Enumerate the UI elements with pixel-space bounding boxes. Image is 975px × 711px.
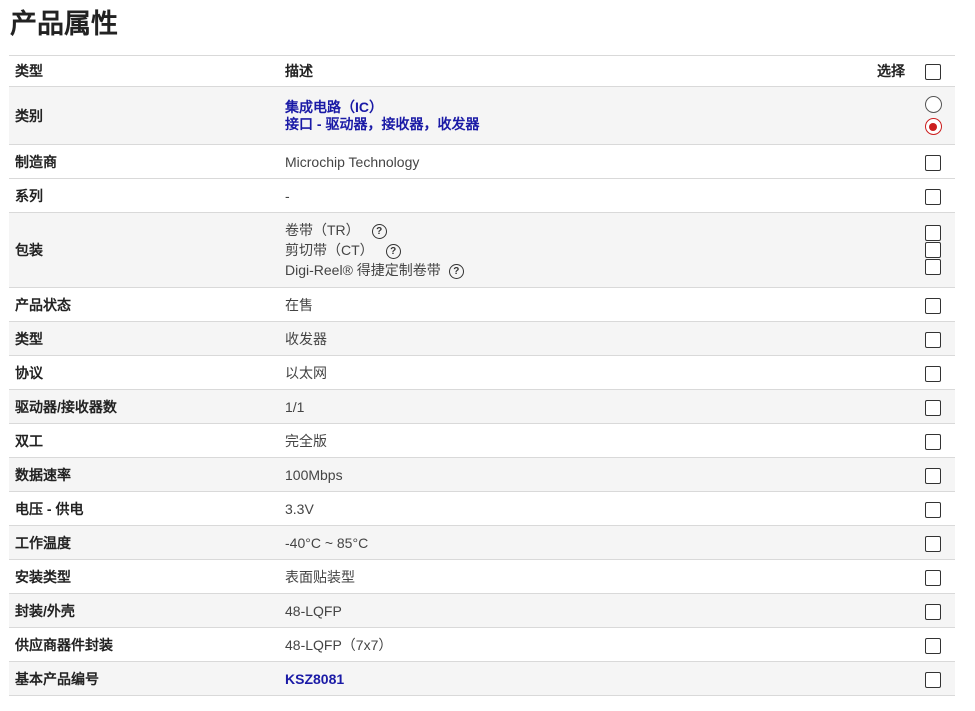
- table-row: 类型 收发器: [9, 321, 955, 356]
- row-value: 在售: [285, 296, 313, 313]
- row-value: 以太网: [285, 364, 327, 381]
- help-question-icon[interactable]: ?: [448, 264, 464, 279]
- category-radio-ic[interactable]: [924, 96, 942, 113]
- row-checkbox[interactable]: [925, 569, 941, 586]
- row-checkbox[interactable]: [925, 433, 941, 450]
- row-value: 表面贴装型: [285, 568, 355, 585]
- row-checkbox[interactable]: [925, 637, 941, 654]
- packaging-option-digireel: Digi-Reel® 得捷定制卷带: [285, 262, 441, 278]
- row-value: Microchip Technology: [285, 153, 420, 170]
- row-label: 包装: [15, 242, 43, 258]
- row-checkbox[interactable]: [925, 603, 941, 620]
- table-row: 工作温度 -40°C ~ 85°C: [9, 525, 955, 560]
- row-label: 系列: [15, 187, 43, 204]
- table-row: 数据速率 100Mbps: [9, 457, 955, 492]
- row-label: 供应商器件封装: [15, 636, 113, 653]
- table-row: 制造商 Microchip Technology: [9, 144, 955, 179]
- row-checkbox[interactable]: [925, 501, 941, 518]
- help-question-icon[interactable]: ?: [371, 224, 387, 239]
- category-link-ic[interactable]: 集成电路（IC）: [285, 99, 835, 116]
- row-label: 安装类型: [15, 568, 71, 585]
- packaging-tr-checkbox[interactable]: [925, 225, 941, 241]
- header-type: 类型: [15, 63, 43, 79]
- table-row: 产品状态 在售: [9, 287, 955, 322]
- row-value: 收发器: [285, 330, 327, 347]
- table-row: 系列 -: [9, 178, 955, 213]
- table-row: 类别 集成电路（IC） 接口 - 驱动器，接收器，收发器: [9, 86, 955, 145]
- table-row: 供应商器件封装 48-LQFP（7x7）: [9, 627, 955, 662]
- row-value: 100Mbps: [285, 466, 343, 483]
- header-desc: 描述: [285, 63, 313, 79]
- table-row: 封装/外壳 48-LQFP: [9, 593, 955, 628]
- row-checkbox[interactable]: [925, 297, 941, 314]
- row-value: 1/1: [285, 398, 305, 415]
- row-value: 48-LQFP（7x7）: [285, 636, 393, 653]
- row-checkbox[interactable]: [925, 671, 941, 688]
- row-label: 制造商: [15, 153, 57, 170]
- row-label: 产品状态: [15, 296, 71, 313]
- row-label: 驱动器/接收器数: [15, 398, 117, 415]
- row-label: 数据速率: [15, 466, 71, 483]
- row-value: -: [285, 187, 290, 204]
- row-checkbox[interactable]: [925, 535, 941, 552]
- header-select: 选择: [877, 63, 905, 79]
- page-title: 产品属性: [10, 9, 118, 39]
- row-label: 双工: [15, 432, 43, 449]
- row-checkbox[interactable]: [925, 331, 941, 348]
- row-value: 完全版: [285, 432, 327, 449]
- row-label: 类型: [15, 330, 43, 347]
- row-value: 3.3V: [285, 500, 314, 517]
- row-checkbox[interactable]: [925, 188, 941, 205]
- table-row: 基本产品编号 KSZ8081: [9, 661, 955, 696]
- row-checkbox[interactable]: [925, 399, 941, 416]
- row-checkbox[interactable]: [925, 154, 941, 171]
- category-link-interface[interactable]: 接口 - 驱动器，接收器，收发器: [285, 116, 835, 133]
- base-product-number-link[interactable]: KSZ8081: [285, 671, 344, 687]
- row-label: 协议: [15, 364, 43, 381]
- attributes-table: 类型 描述 选择 类别 集成电路（IC） 接口 - 驱动器，接收器，收发器 制造…: [9, 55, 955, 696]
- row-label: 封装/外壳: [15, 602, 75, 619]
- table-row: 包装 卷带（TR）? 剪切带（CT）? Digi-Reel® 得捷定制卷带?: [9, 212, 955, 288]
- row-value: 48-LQFP: [285, 602, 342, 619]
- category-radio-interface[interactable]: [924, 118, 942, 135]
- row-label: 类别: [15, 107, 43, 124]
- packaging-option-ct: 剪切带（CT）: [285, 242, 374, 258]
- packaging-option-tr: 卷带（TR）: [285, 222, 360, 238]
- table-header-row: 类型 描述 选择: [9, 55, 955, 87]
- table-row: 驱动器/接收器数 1/1: [9, 389, 955, 424]
- table-row: 安装类型 表面贴装型: [9, 559, 955, 594]
- table-row: 协议 以太网: [9, 355, 955, 390]
- row-label: 工作温度: [15, 534, 71, 551]
- help-question-icon[interactable]: ?: [385, 244, 401, 259]
- packaging-ct-checkbox[interactable]: [925, 242, 941, 258]
- table-row: 电压 - 供电 3.3V: [9, 491, 955, 526]
- row-checkbox[interactable]: [925, 365, 941, 382]
- table-row: 双工 完全版: [9, 423, 955, 458]
- row-label: 基本产品编号: [15, 670, 99, 687]
- row-value: -40°C ~ 85°C: [285, 534, 369, 551]
- row-label: 电压 - 供电: [15, 500, 84, 517]
- row-checkbox[interactable]: [925, 467, 941, 484]
- select-all-checkbox[interactable]: [925, 64, 941, 81]
- packaging-digireel-checkbox[interactable]: [925, 259, 941, 275]
